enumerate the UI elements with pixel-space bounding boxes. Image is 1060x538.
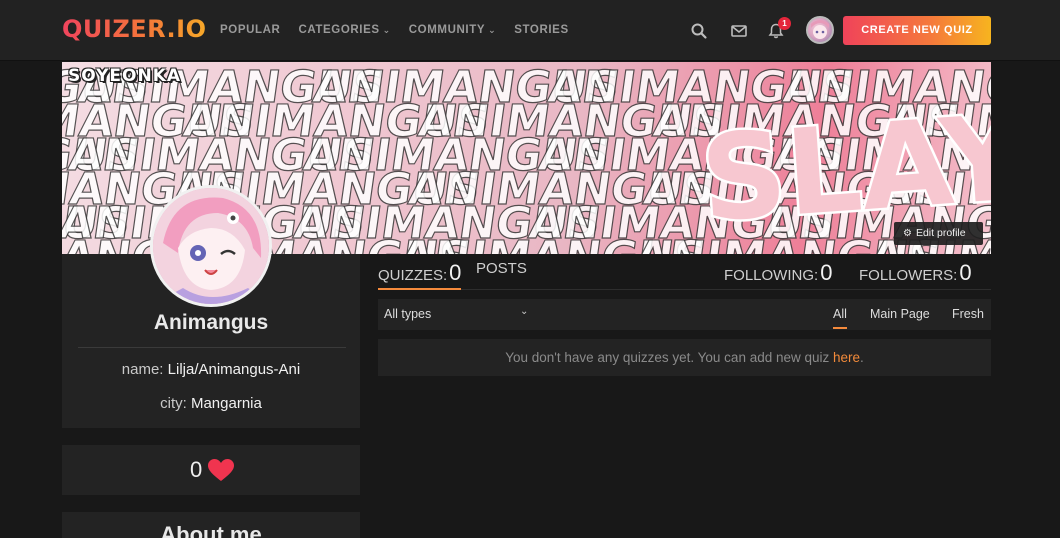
site-logo[interactable]: QUIZER.IO xyxy=(62,15,207,43)
heart-icon[interactable] xyxy=(208,459,234,482)
profile-name-row: name: Lilja/Animangus-Ani xyxy=(62,361,360,378)
create-new-quiz-button[interactable]: CREATE NEW QUIZ xyxy=(843,16,991,45)
nav-categories-label: CATEGORIES xyxy=(298,24,380,36)
nav-popular-label: POPULAR xyxy=(220,24,281,36)
nav-popular[interactable]: POPULAR xyxy=(220,24,280,36)
profile-tabs: QUIZZES:0 POSTS FOLLOWING:0 FOLLOWERS:0 xyxy=(378,257,991,290)
nav-community-label: COMMUNITY xyxy=(408,24,486,36)
about-card: About me xyxy=(62,512,360,538)
top-navbar: QUIZER.IO POPULAR CATEGORIES ⌄ COMMUNITY ⌄… xyxy=(0,0,1060,61)
profile-divider xyxy=(78,347,346,348)
tab-followers-label: FOLLOWERS: xyxy=(859,267,958,284)
notification-badge: 1 xyxy=(778,17,791,30)
user-avatar[interactable] xyxy=(806,16,834,44)
tab-following[interactable]: FOLLOWING:0 xyxy=(724,260,832,286)
edit-profile-label: Edit profile xyxy=(915,227,966,239)
search-icon[interactable] xyxy=(690,22,708,40)
tab-followers-count: 0 xyxy=(959,260,972,285)
filter-tab-all[interactable]: All xyxy=(833,307,847,329)
tab-following-label: FOLLOWING: xyxy=(724,267,819,284)
name-label: name: xyxy=(121,361,164,378)
tab-posts[interactable]: POSTS xyxy=(476,260,527,277)
tab-followers[interactable]: FOLLOWERS:0 xyxy=(859,260,972,286)
city-label: city: xyxy=(160,395,187,412)
nav-links: POPULAR CATEGORIES ⌄ COMMUNITY ⌄ STORIES xyxy=(220,24,587,36)
name-value: Lilja/Animangus-Ani xyxy=(167,361,301,378)
chevron-down-icon[interactable]: ⌄ xyxy=(520,306,528,317)
nav-categories[interactable]: CATEGORIES ⌄ xyxy=(298,24,390,36)
likes-card: 0 xyxy=(62,445,360,495)
nav-stories[interactable]: STORIES xyxy=(514,24,568,36)
nav-stories-label: STORIES xyxy=(514,24,569,36)
type-select[interactable]: All types xyxy=(384,307,431,321)
city-value: Mangarnia xyxy=(190,395,262,412)
edit-profile-button[interactable]: ⚙ Edit profile xyxy=(894,222,983,245)
empty-message: You don't have any quizzes yet. You can … xyxy=(505,350,834,365)
add-quiz-link[interactable]: here xyxy=(833,350,860,365)
tab-quizzes[interactable]: QUIZZES:0 xyxy=(378,260,462,290)
likes-count: 0 xyxy=(190,457,203,482)
tab-quizzes-label: QUIZZES: xyxy=(378,267,448,284)
filter-tab-fresh[interactable]: Fresh xyxy=(952,307,984,321)
nav-community[interactable]: COMMUNITY ⌄ xyxy=(409,24,496,36)
tab-posts-label: POSTS xyxy=(476,260,527,277)
empty-message-end: . xyxy=(860,350,864,365)
gear-icon: ⚙ xyxy=(903,228,912,239)
profile-avatar xyxy=(150,185,272,307)
tab-quizzes-count: 0 xyxy=(449,260,462,285)
empty-state: You don't have any quizzes yet. You can … xyxy=(378,339,991,376)
profile-name: Animangus xyxy=(153,311,269,334)
profile-city-row: city: Mangarnia xyxy=(62,395,360,412)
banner-signature: SOYEONKA xyxy=(68,66,182,86)
chevron-down-icon: ⌄ xyxy=(488,25,497,35)
filter-bar: All types ⌄ All Main Page Fresh xyxy=(378,299,991,330)
about-title: About me xyxy=(160,522,262,538)
tab-following-count: 0 xyxy=(820,260,833,285)
chevron-down-icon: ⌄ xyxy=(382,25,391,35)
filter-tab-main-page[interactable]: Main Page xyxy=(870,307,930,321)
mail-icon[interactable] xyxy=(730,22,748,40)
